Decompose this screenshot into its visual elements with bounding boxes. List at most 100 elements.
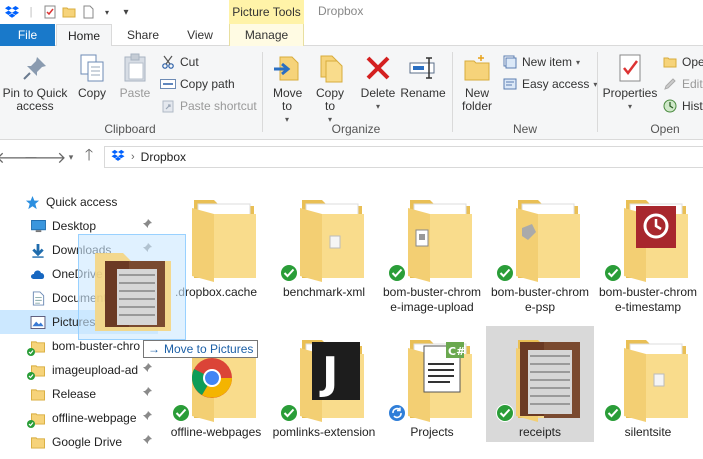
tab-file[interactable]: File: [0, 24, 55, 46]
tab-share[interactable]: Share: [114, 24, 172, 46]
file-name-label: receipts: [518, 425, 562, 439]
drag-tooltip-text: Move to Pictures: [164, 342, 254, 356]
open-icon: [662, 54, 678, 70]
edit-button[interactable]: Edit: [662, 74, 703, 94]
move-to-label: Move to: [273, 86, 303, 113]
address-bar[interactable]: › Dropbox: [104, 146, 703, 168]
copy-path-label: Copy path: [180, 77, 235, 91]
folder-icon: [492, 326, 588, 422]
paste-shortcut-button[interactable]: Paste shortcut: [160, 96, 257, 116]
folder-bom-buster-chrome-timestamp[interactable]: bom-buster-chrome-timestamp: [594, 186, 702, 315]
folder-projects[interactable]: C# Projects: [378, 326, 486, 440]
pin-icon[interactable]: [143, 387, 152, 400]
new-item-icon: [502, 54, 518, 70]
delete-label: Delete: [360, 86, 396, 100]
history-label: Histo: [682, 99, 703, 113]
properties-dropdown-icon: ▾: [627, 102, 632, 111]
history-button[interactable]: Histo: [662, 96, 703, 116]
scissors-icon: [160, 54, 176, 70]
document-qat-icon[interactable]: [80, 4, 96, 20]
rename-icon: [407, 52, 439, 84]
file-name-label: benchmark-xml: [282, 285, 366, 299]
file-name-label: silentsite: [624, 425, 672, 439]
pin-icon[interactable]: [143, 435, 152, 448]
separator-icon: |: [29, 6, 33, 18]
folder-bom-buster-chrome-psp[interactable]: bom-buster-chrome-psp: [486, 186, 594, 315]
star-icon: [24, 194, 40, 210]
qat-dropdown-icon[interactable]: ▾: [99, 4, 115, 20]
title-bar: | ▾ ▾ Picture Tools Dropbox: [0, 0, 703, 24]
folder-icon: J: [276, 326, 372, 422]
nav-quick-access[interactable]: Quick access: [0, 190, 158, 214]
folder-receipts[interactable]: receipts: [486, 326, 594, 442]
sidebar-item-label: bom-buster-chro: [52, 339, 140, 353]
tab-home[interactable]: Home: [56, 24, 112, 47]
paste-button[interactable]: Paste: [116, 52, 154, 100]
open-label: Ope: [682, 55, 703, 69]
sidebar-item-label: Release: [52, 387, 97, 401]
address-toolbar: 🡐 🡒 ▾ 🡑 › Dropbox: [0, 140, 703, 174]
file-name-label: Projects: [410, 425, 454, 439]
pin-icon[interactable]: [143, 363, 152, 376]
copy-path-button[interactable]: Copy path: [160, 74, 235, 94]
sidebar-item-offline-webpage[interactable]: offline-webpage: [0, 406, 158, 430]
move-to-button[interactable]: Move to ▾: [268, 52, 306, 126]
copy-button[interactable]: Copy: [74, 52, 110, 100]
copy-label: Copy: [77, 86, 106, 100]
up-arrow-icon[interactable]: 🡑: [80, 147, 98, 166]
tab-view[interactable]: View: [172, 24, 228, 46]
quick-access-toolbar: | ▾ ▾: [0, 0, 134, 24]
tab-manage[interactable]: Manage: [229, 24, 304, 46]
new-item-button[interactable]: New item ▾: [502, 52, 580, 72]
pin-to-quick-access-button[interactable]: Pin to Quick access: [3, 52, 67, 113]
new-folder-button[interactable]: New folder: [456, 52, 498, 113]
ribbon: Pin to Quick access Copy Paste Cut Copy …: [0, 46, 703, 140]
breadcrumb-dropbox[interactable]: Dropbox: [141, 150, 186, 164]
delete-x-icon: [362, 52, 394, 84]
delete-button[interactable]: Delete ▾: [358, 52, 398, 113]
sync-complete-check-icon: [280, 404, 298, 422]
properties-button[interactable]: Properties ▾: [600, 52, 660, 113]
pin-icon: [19, 52, 51, 84]
recent-locations-chevron-icon[interactable]: ▾: [62, 148, 80, 166]
folder-icon: C#: [384, 326, 480, 422]
cut-button[interactable]: Cut: [160, 52, 199, 72]
copy-path-icon: [160, 76, 176, 92]
move-to-dropdown-icon: ▾: [284, 115, 289, 124]
edit-label: Edit: [682, 77, 703, 91]
sync-complete-check-icon: [604, 264, 622, 282]
rename-button[interactable]: Rename: [400, 52, 446, 100]
pin-icon[interactable]: [143, 219, 152, 232]
open-group-label: Open: [650, 122, 680, 136]
copy-icon: [76, 52, 108, 84]
sidebar-item-label: Desktop: [52, 219, 97, 233]
properties-qat-icon[interactable]: [42, 4, 58, 20]
paste-icon: [119, 52, 151, 84]
paste-label: Paste: [119, 86, 151, 100]
folder-bom-buster-chrome-image-upload[interactable]: bom-buster-chrome-image-upload: [378, 186, 486, 315]
folder-benchmark-xml[interactable]: benchmark-xml: [270, 186, 378, 300]
drag-preview: [78, 234, 186, 340]
sidebar-item-google-drive[interactable]: Google Drive: [0, 430, 158, 454]
folder-pomlinks-extension[interactable]: Jpomlinks-extension: [270, 326, 378, 440]
open-button[interactable]: Ope: [662, 52, 703, 72]
folder-icon: [276, 186, 372, 282]
group-divider: [597, 52, 598, 132]
sidebar-item-release[interactable]: Release: [0, 382, 158, 406]
forward-arrow-icon[interactable]: 🡒: [24, 148, 67, 167]
pin-icon[interactable]: [143, 411, 152, 424]
sidebar-item-imageupload-ad[interactable]: imageupload-ad: [0, 358, 158, 382]
svg-text:C#: C#: [448, 345, 465, 358]
breadcrumb-chevron-icon[interactable]: ›: [131, 151, 135, 163]
easy-access-button[interactable]: Easy access ▾: [502, 74, 597, 94]
new-item-dropdown-icon: ▾: [576, 57, 581, 67]
quick-access-label: Quick access: [46, 195, 118, 209]
copy-to-button[interactable]: Copy to ▾: [312, 52, 348, 126]
folder-silentsite[interactable]: silentsite: [594, 326, 702, 440]
folder-icon: [27, 410, 46, 428]
customize-qat-icon[interactable]: ▾: [118, 4, 134, 20]
onedrive-cloud-icon: [30, 266, 46, 282]
folder-icon: [30, 434, 46, 450]
paste-shortcut-icon: [160, 98, 176, 114]
new-folder-qat-icon[interactable]: [61, 4, 77, 20]
